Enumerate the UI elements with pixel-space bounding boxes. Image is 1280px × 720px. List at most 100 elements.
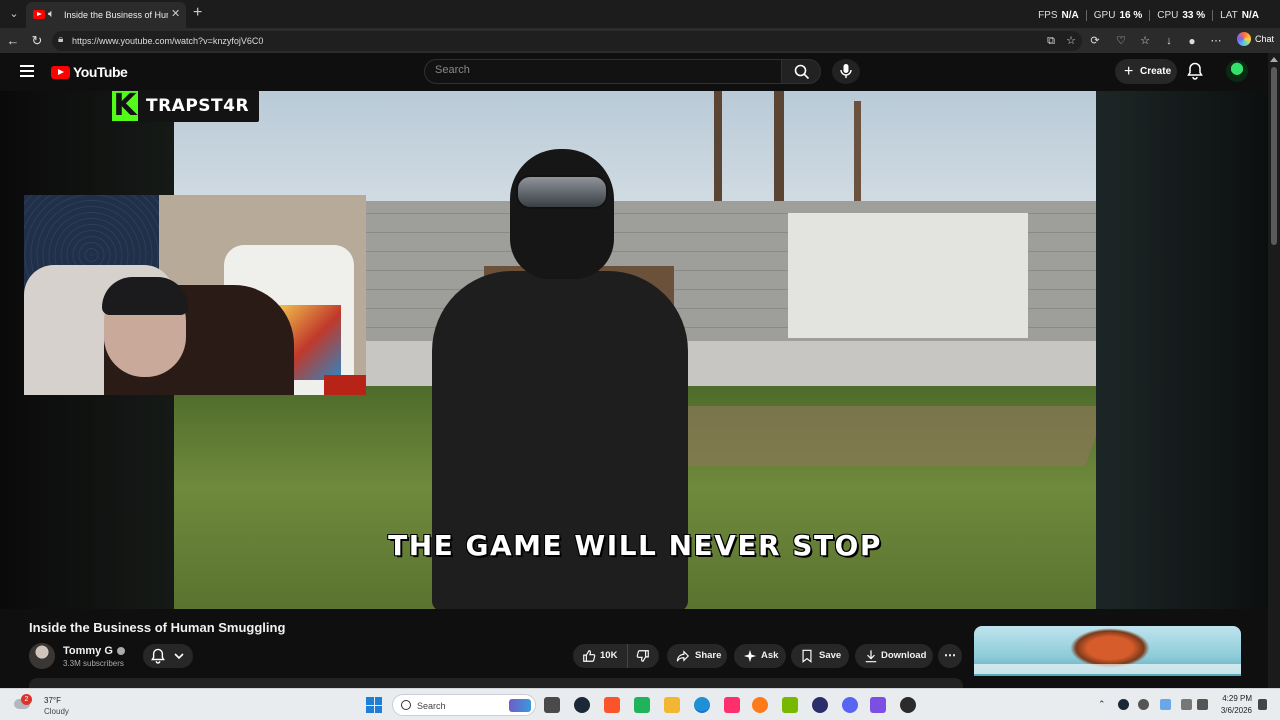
bell-icon: [151, 648, 165, 664]
account-avatar[interactable]: [1226, 60, 1248, 82]
profile-icon[interactable]: ●: [1183, 32, 1201, 50]
chevron-down-icon: [174, 653, 184, 660]
dislike-button[interactable]: [627, 644, 659, 668]
webcam-beanie: [102, 277, 188, 315]
streamer-webcam-overlay: [24, 195, 366, 395]
url-text[interactable]: https://www.youtube.com/watch?v=knzyfojV…: [72, 36, 263, 46]
create-button[interactable]: + Create: [1115, 59, 1177, 84]
like-button[interactable]: 10K: [573, 644, 627, 668]
performance-overlay: FPS N/A GPU 16 % CPU 33 % LAT N/A: [1031, 10, 1266, 21]
save-label: Save: [819, 650, 842, 661]
favorite-star-icon[interactable]: ☆: [1062, 32, 1080, 50]
notes-app-icon[interactable]: [634, 697, 650, 713]
refresh-icon[interactable]: ↻: [28, 32, 46, 50]
save-button[interactable]: Save: [791, 644, 849, 668]
browser-essentials-icon[interactable]: ♡: [1112, 32, 1130, 50]
download-button[interactable]: Download: [855, 644, 933, 668]
site-info-icon[interactable]: 🔒︎: [58, 34, 63, 45]
bookmark-icon: [802, 649, 812, 663]
video-palm-trunk: [774, 91, 784, 201]
tray-app-icon[interactable]: [1138, 699, 1149, 710]
downloads-icon[interactable]: ↓: [1160, 32, 1178, 50]
firefox-icon[interactable]: [752, 697, 768, 713]
calculator-icon[interactable]: [870, 697, 886, 713]
channel-name[interactable]: Tommy G: [63, 645, 125, 657]
channel-avatar[interactable]: [29, 643, 55, 669]
notification-center-icon[interactable]: [1258, 699, 1267, 710]
clock-date[interactable]: 3/6/2026: [1216, 706, 1252, 715]
weather-temperature: 37°F: [44, 696, 61, 705]
video-palm-trunk: [714, 91, 722, 211]
edge-icon[interactable]: [694, 697, 710, 713]
recommended-video-info[interactable]: [974, 676, 1241, 688]
scroll-up-arrow-icon[interactable]: [1270, 57, 1278, 62]
microphone-tray-icon[interactable]: [1160, 699, 1171, 710]
youtube-play-icon: [51, 65, 70, 79]
subscription-notification-button[interactable]: [143, 644, 193, 668]
tray-overflow-chevron-icon[interactable]: ⌃: [1098, 699, 1109, 710]
back-arrow-icon[interactable]: ←: [4, 32, 22, 50]
youtube-logo[interactable]: YouTube: [51, 64, 128, 80]
file-explorer-icon[interactable]: [664, 697, 680, 713]
extensions-icon[interactable]: ⟳: [1086, 32, 1104, 50]
search-box[interactable]: [424, 59, 782, 84]
verified-badge-icon: [116, 647, 125, 655]
github-desktop-icon[interactable]: [900, 697, 916, 713]
volume-icon[interactable]: [1197, 699, 1208, 710]
speaker-icon[interactable]: 🔈︎: [48, 8, 55, 21]
notifications-button[interactable]: [1187, 62, 1207, 82]
address-bar[interactable]: 🔒︎ https://www.youtube.com/watch?v=knzyf…: [52, 31, 1082, 51]
menu-icon[interactable]: [20, 65, 34, 77]
search-button[interactable]: [781, 59, 821, 84]
discord-icon[interactable]: [842, 697, 858, 713]
network-icon[interactable]: [1181, 699, 1192, 710]
download-icon: [865, 650, 877, 663]
browser-tab-active[interactable]: 🔈︎ Inside the Business of Human Smugglin…: [26, 2, 186, 28]
sparkle-icon: [743, 649, 757, 663]
create-label: Create: [1140, 66, 1172, 77]
search-icon: [794, 64, 810, 80]
tab-close-icon[interactable]: ✕: [171, 7, 180, 20]
windows-start-icon[interactable]: [366, 697, 382, 713]
search-highlight-icon: [509, 699, 531, 712]
tab-actions-menu-icon[interactable]: ⌄: [4, 4, 24, 24]
tab-groups-icon[interactable]: ⧉: [1042, 32, 1060, 50]
share-button[interactable]: Share: [667, 644, 727, 668]
microphone-icon: [840, 64, 852, 78]
channel-name-text[interactable]: Tommy G: [63, 645, 113, 657]
task-view-icon[interactable]: [544, 697, 560, 713]
more-actions-icon[interactable]: ⋯: [938, 644, 962, 668]
scrollbar-thumb[interactable]: [1271, 67, 1277, 245]
windows-taskbar: 2 37°F Cloudy Search ⌃ 4:29 PM 3/6/2026: [0, 688, 1280, 720]
bell-icon: [1187, 62, 1203, 80]
video-palm-trunk: [854, 101, 861, 211]
perf-lat: LAT N/A: [1212, 10, 1266, 21]
search-input[interactable]: [435, 64, 755, 76]
steam-tray-icon[interactable]: [1118, 699, 1129, 710]
perf-gpu: GPU 16 %: [1085, 10, 1149, 21]
voice-search-button[interactable]: [832, 59, 860, 84]
page-scrollbar[interactable]: [1268, 53, 1280, 688]
weather-condition: Cloudy: [44, 707, 69, 716]
nvidia-icon[interactable]: [782, 697, 798, 713]
new-tab-icon[interactable]: +: [193, 4, 202, 22]
clock-time[interactable]: 4:29 PM: [1216, 694, 1252, 703]
app-icon[interactable]: [812, 697, 828, 713]
ask-button[interactable]: Ask: [734, 644, 786, 668]
like-count: 10K: [600, 650, 618, 661]
brave-icon[interactable]: [604, 697, 620, 713]
copilot-chat-button[interactable]: Chat: [1236, 32, 1274, 46]
steam-icon[interactable]: [574, 697, 590, 713]
weather-notification-badge: 2: [21, 694, 32, 705]
tiktok-icon[interactable]: [724, 697, 740, 713]
taskbar-search[interactable]: Search: [392, 694, 536, 716]
description-panel[interactable]: [29, 678, 963, 688]
webcam-red-box: [324, 375, 366, 395]
video-player[interactable]: THE GAME WILL NEVER STOP TRAPST4R: [0, 88, 1268, 609]
video-person-head: [510, 149, 614, 279]
favorites-icon[interactable]: ☆: [1136, 32, 1154, 50]
more-options-icon[interactable]: ⋯: [1207, 32, 1225, 50]
share-icon: [676, 650, 690, 662]
perf-cpu: CPU 33 %: [1149, 10, 1212, 21]
youtube-header: YouTube + Create: [0, 53, 1268, 91]
